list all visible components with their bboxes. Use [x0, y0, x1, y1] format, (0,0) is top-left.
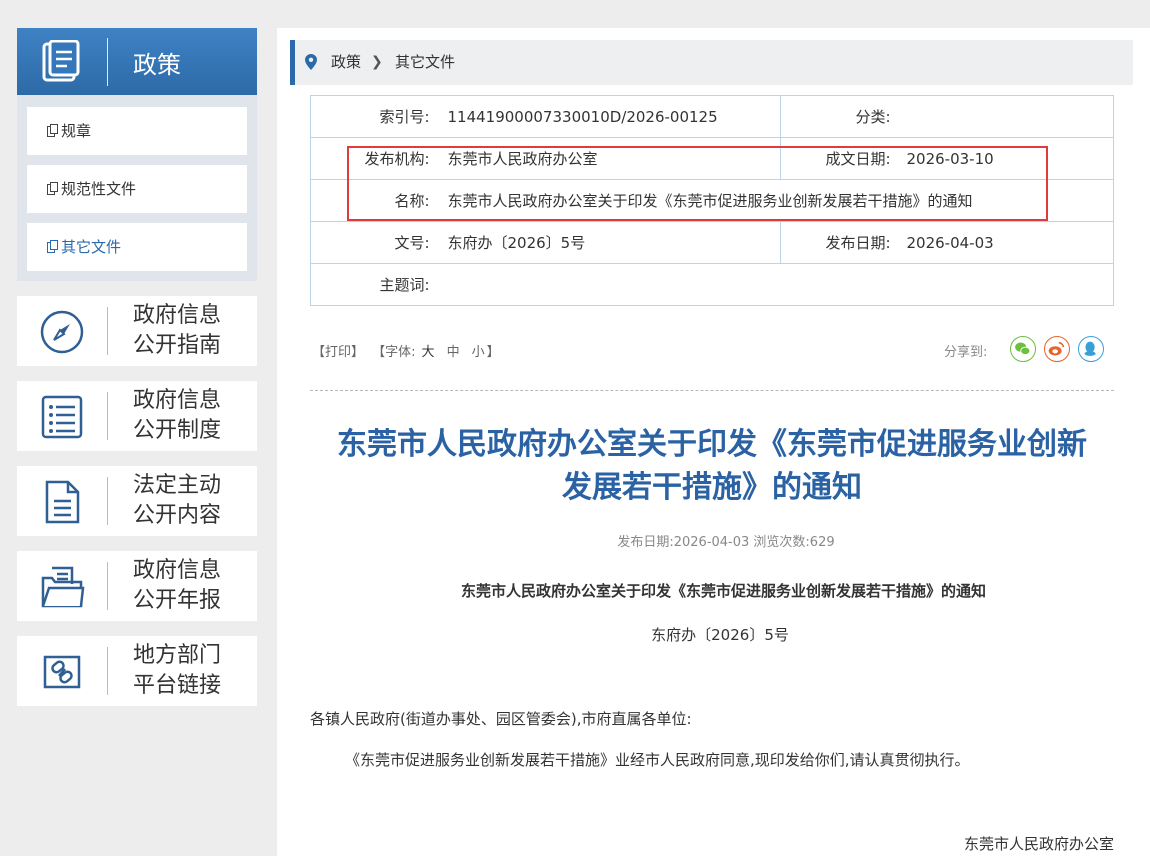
font-large-button[interactable]: 大 — [422, 345, 435, 360]
header-divider — [107, 38, 108, 86]
policy-header[interactable]: 政策 — [17, 28, 257, 95]
article-doc-number: 东府办〔2026〕5号 — [651, 626, 789, 644]
font-size-suffix: 】 — [486, 345, 500, 360]
article-title: 东莞市人民政府办公室关于印发《东莞市促进服务业创新 发展若干措施》的通知 — [337, 427, 1087, 505]
nav-card-department-links[interactable]: 地方部门 平台链接 — [17, 636, 257, 706]
location-pin-icon — [305, 54, 317, 70]
card-divider — [107, 562, 108, 610]
nav-card-label: 地方部门 平台链接 — [133, 643, 222, 698]
font-small-button[interactable]: 小 — [472, 345, 485, 360]
category-label: 分类: — [780, 95, 907, 138]
docno-value: 东府办〔2026〕5号 — [447, 221, 781, 264]
nav-card-disclosure-system[interactable]: 政府信息 公开制度 — [17, 381, 257, 451]
card-divider — [107, 477, 108, 525]
font-size-prefix: 【字体: — [372, 345, 416, 360]
highlight-box — [347, 146, 1048, 221]
compass-icon — [40, 310, 84, 354]
nav-card-label: 政府信息 公开指南 — [133, 303, 222, 358]
sidebar-item-label: 规范性文件 — [61, 180, 137, 198]
qq-icon — [1084, 341, 1096, 356]
weibo-icon — [1048, 341, 1065, 356]
card-divider — [107, 307, 108, 355]
table-row: 主题词: — [310, 263, 1114, 306]
pubdate-label: 发布日期: — [780, 221, 907, 264]
print-button[interactable]: 【打印】 — [312, 345, 364, 360]
main-content: 政策 ❯ 其它文件 索引号: 11441900007330010D/2026-0… — [277, 28, 1150, 856]
sidebar: 政策 规章 规范性文件 其它文件 政府信息 公开指南 政府信息 公开制度 法定主… — [17, 28, 257, 706]
policy-title: 政策 — [133, 51, 181, 79]
table-row: 索引号: 11441900007330010D/2026-00125 分类: — [310, 95, 1114, 138]
category-value — [906, 95, 1114, 138]
docno-label: 文号: — [310, 221, 448, 264]
sidebar-item-regulations[interactable]: 规章 — [27, 107, 247, 155]
qq-share-button[interactable] — [1078, 336, 1104, 362]
document-icon — [45, 480, 80, 524]
article-signature: 东莞市人民政府办公室 — [963, 835, 1114, 853]
pubdate-value: 2026-04-03 — [906, 221, 1114, 264]
breadcrumb-current[interactable]: 其它文件 — [395, 40, 455, 85]
link-icon — [43, 655, 81, 689]
font-medium-button[interactable]: 中 — [447, 345, 460, 360]
doc-icon — [47, 182, 58, 195]
doc-icon — [47, 240, 58, 253]
sidebar-item-label: 其它文件 — [61, 238, 122, 256]
list-icon — [41, 395, 83, 439]
chevron-right-icon: ❯ — [371, 54, 383, 70]
index-value: 11441900007330010D/2026-00125 — [447, 95, 781, 138]
wechat-share-button[interactable] — [1010, 336, 1036, 362]
doc-icon — [47, 124, 58, 137]
article-addressee: 各镇人民政府(街道办事处、园区管委会),市府直属各单位: — [310, 710, 692, 728]
index-label: 索引号: — [310, 95, 448, 138]
nav-card-label: 政府信息 公开年报 — [133, 558, 222, 613]
nav-card-mandatory-disclosure[interactable]: 法定主动 公开内容 — [17, 466, 257, 536]
article-meta: 发布日期:2026-04-03 浏览次数:629 — [617, 535, 835, 550]
keyword-label: 主题词: — [310, 263, 448, 306]
keyword-value — [447, 263, 1114, 306]
sidebar-item-other-documents[interactable]: 其它文件 — [27, 223, 247, 271]
table-row: 文号: 东府办〔2026〕5号 发布日期: 2026-04-03 — [310, 221, 1114, 264]
article-subtitle: 东莞市人民政府办公室关于印发《东莞市促进服务业创新发展若干措施》的通知 — [460, 582, 986, 600]
breadcrumb-policy-link[interactable]: 政策 — [331, 40, 361, 85]
article-body-paragraph: 《东莞市促进服务业创新发展若干措施》业经市人民政府同意,现印发给你们,请认真贯彻… — [345, 751, 970, 769]
card-divider — [107, 647, 108, 695]
weibo-share-button[interactable] — [1044, 336, 1070, 362]
share-label: 分享到: — [944, 345, 988, 360]
sidebar-item-label: 规章 — [61, 122, 92, 140]
sidebar-item-normative-documents[interactable]: 规范性文件 — [27, 165, 247, 213]
book-icon — [42, 40, 80, 82]
divider — [310, 390, 1114, 391]
nav-card-label: 政府信息 公开制度 — [133, 388, 222, 443]
nav-card-label: 法定主动 公开内容 — [133, 473, 222, 528]
card-divider — [107, 392, 108, 440]
policy-menu: 政策 规章 规范性文件 其它文件 — [17, 28, 257, 281]
folder-icon — [41, 566, 85, 608]
nav-card-annual-report[interactable]: 政府信息 公开年报 — [17, 551, 257, 621]
wechat-icon — [1015, 342, 1031, 355]
article-tools: 【打印】 【字体: 大中小】 — [312, 341, 504, 360]
breadcrumb: 政策 ❯ 其它文件 — [290, 40, 1133, 85]
nav-card-disclosure-guide[interactable]: 政府信息 公开指南 — [17, 296, 257, 366]
